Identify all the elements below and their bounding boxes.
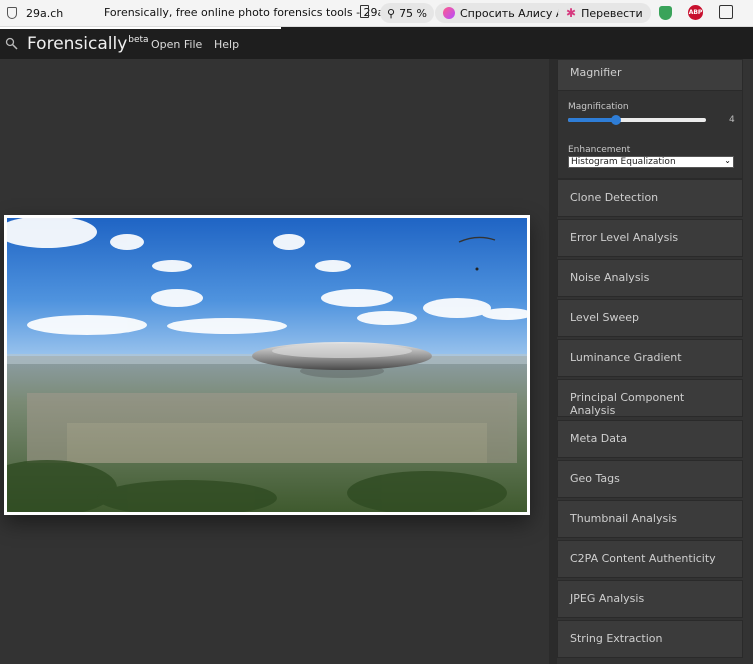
reader-mode-icon[interactable] [719,5,733,19]
magnifier-title: Magnifier [570,66,622,79]
brand-beta: beta [128,35,149,46]
brand-name: Forensically [27,34,128,54]
adblock-extension-icon[interactable]: ABP [688,5,703,20]
app-brand: Forensicallybeta [27,34,149,54]
app-header: Forensicallybeta Open File Help [0,27,753,59]
enhancement-select[interactable]: Histogram Equalization ⌄ [568,156,734,168]
browser-toolbar: 29a.ch Forensically, free online photo f… [0,0,753,27]
tool-noise-analysis[interactable]: Noise Analysis [557,259,743,297]
tool-error-level-analysis[interactable]: Error Level Analysis [557,219,743,257]
tool-jpeg-analysis[interactable]: JPEG Analysis [557,580,743,618]
address-domain[interactable]: 29a.ch [26,7,63,20]
magnification-slider-handle[interactable] [611,115,622,125]
translate-label: Перевести [581,6,643,20]
panel-divider [549,59,557,664]
chevron-down-icon: ⌄ [724,156,731,165]
tool-meta-data[interactable]: Meta Data [557,420,743,458]
magnification-slider[interactable] [568,115,706,125]
bookmark-icon[interactable] [360,5,369,18]
enhancement-value: Histogram Equalization [571,157,676,167]
ask-alisa-label: Спросить Алису AI [460,6,567,20]
tool-level-sweep[interactable]: Level Sweep [557,299,743,337]
site-shield-icon[interactable] [7,7,17,19]
alisa-icon [443,7,455,19]
image-canvas[interactable] [4,215,530,515]
menu-help[interactable]: Help [214,38,239,51]
tool-string-extraction[interactable]: String Extraction [557,620,743,658]
analyzed-photo[interactable] [7,218,527,512]
menu-open-file[interactable]: Open File [151,38,202,51]
tools-sidebar: Magnifier Magnification 4 Enhancement Hi… [557,59,743,664]
ask-alisa-button[interactable]: Спросить Алису AI [435,3,575,23]
tool-clone-detection[interactable]: Clone Detection [557,179,743,217]
translate-button[interactable]: ✱ Перевести [558,3,651,23]
tool-geo-tags[interactable]: Geo Tags [557,460,743,498]
magnifier-header[interactable]: Magnifier [557,59,743,93]
extension-shield-icon[interactable] [659,6,672,20]
magnification-slider-fill [568,118,617,122]
header-underline [0,27,281,29]
magnifier-settings: Magnification 4 Enhancement Histogram Eq… [557,90,743,179]
magnification-value: 4 [729,115,735,125]
magic-wand-icon [5,35,18,50]
search-zoom-icon: ⚲ [387,6,396,20]
magnification-label: Magnification [568,102,629,112]
zoom-level: 75 % [399,6,428,20]
page-title: Forensically, free online photo forensic… [104,6,401,19]
tool-principal-component-analysis[interactable]: Principal Component Analysis [557,379,743,417]
tool-c2pa-content-authenticity[interactable]: C2PA Content Authenticity [557,540,743,578]
enhancement-label: Enhancement [568,145,631,155]
tool-thumbnail-analysis[interactable]: Thumbnail Analysis [557,500,743,538]
translate-icon: ✱ [566,6,577,20]
zoom-button[interactable]: ⚲ 75 % [380,3,435,23]
tool-luminance-gradient[interactable]: Luminance Gradient [557,339,743,377]
